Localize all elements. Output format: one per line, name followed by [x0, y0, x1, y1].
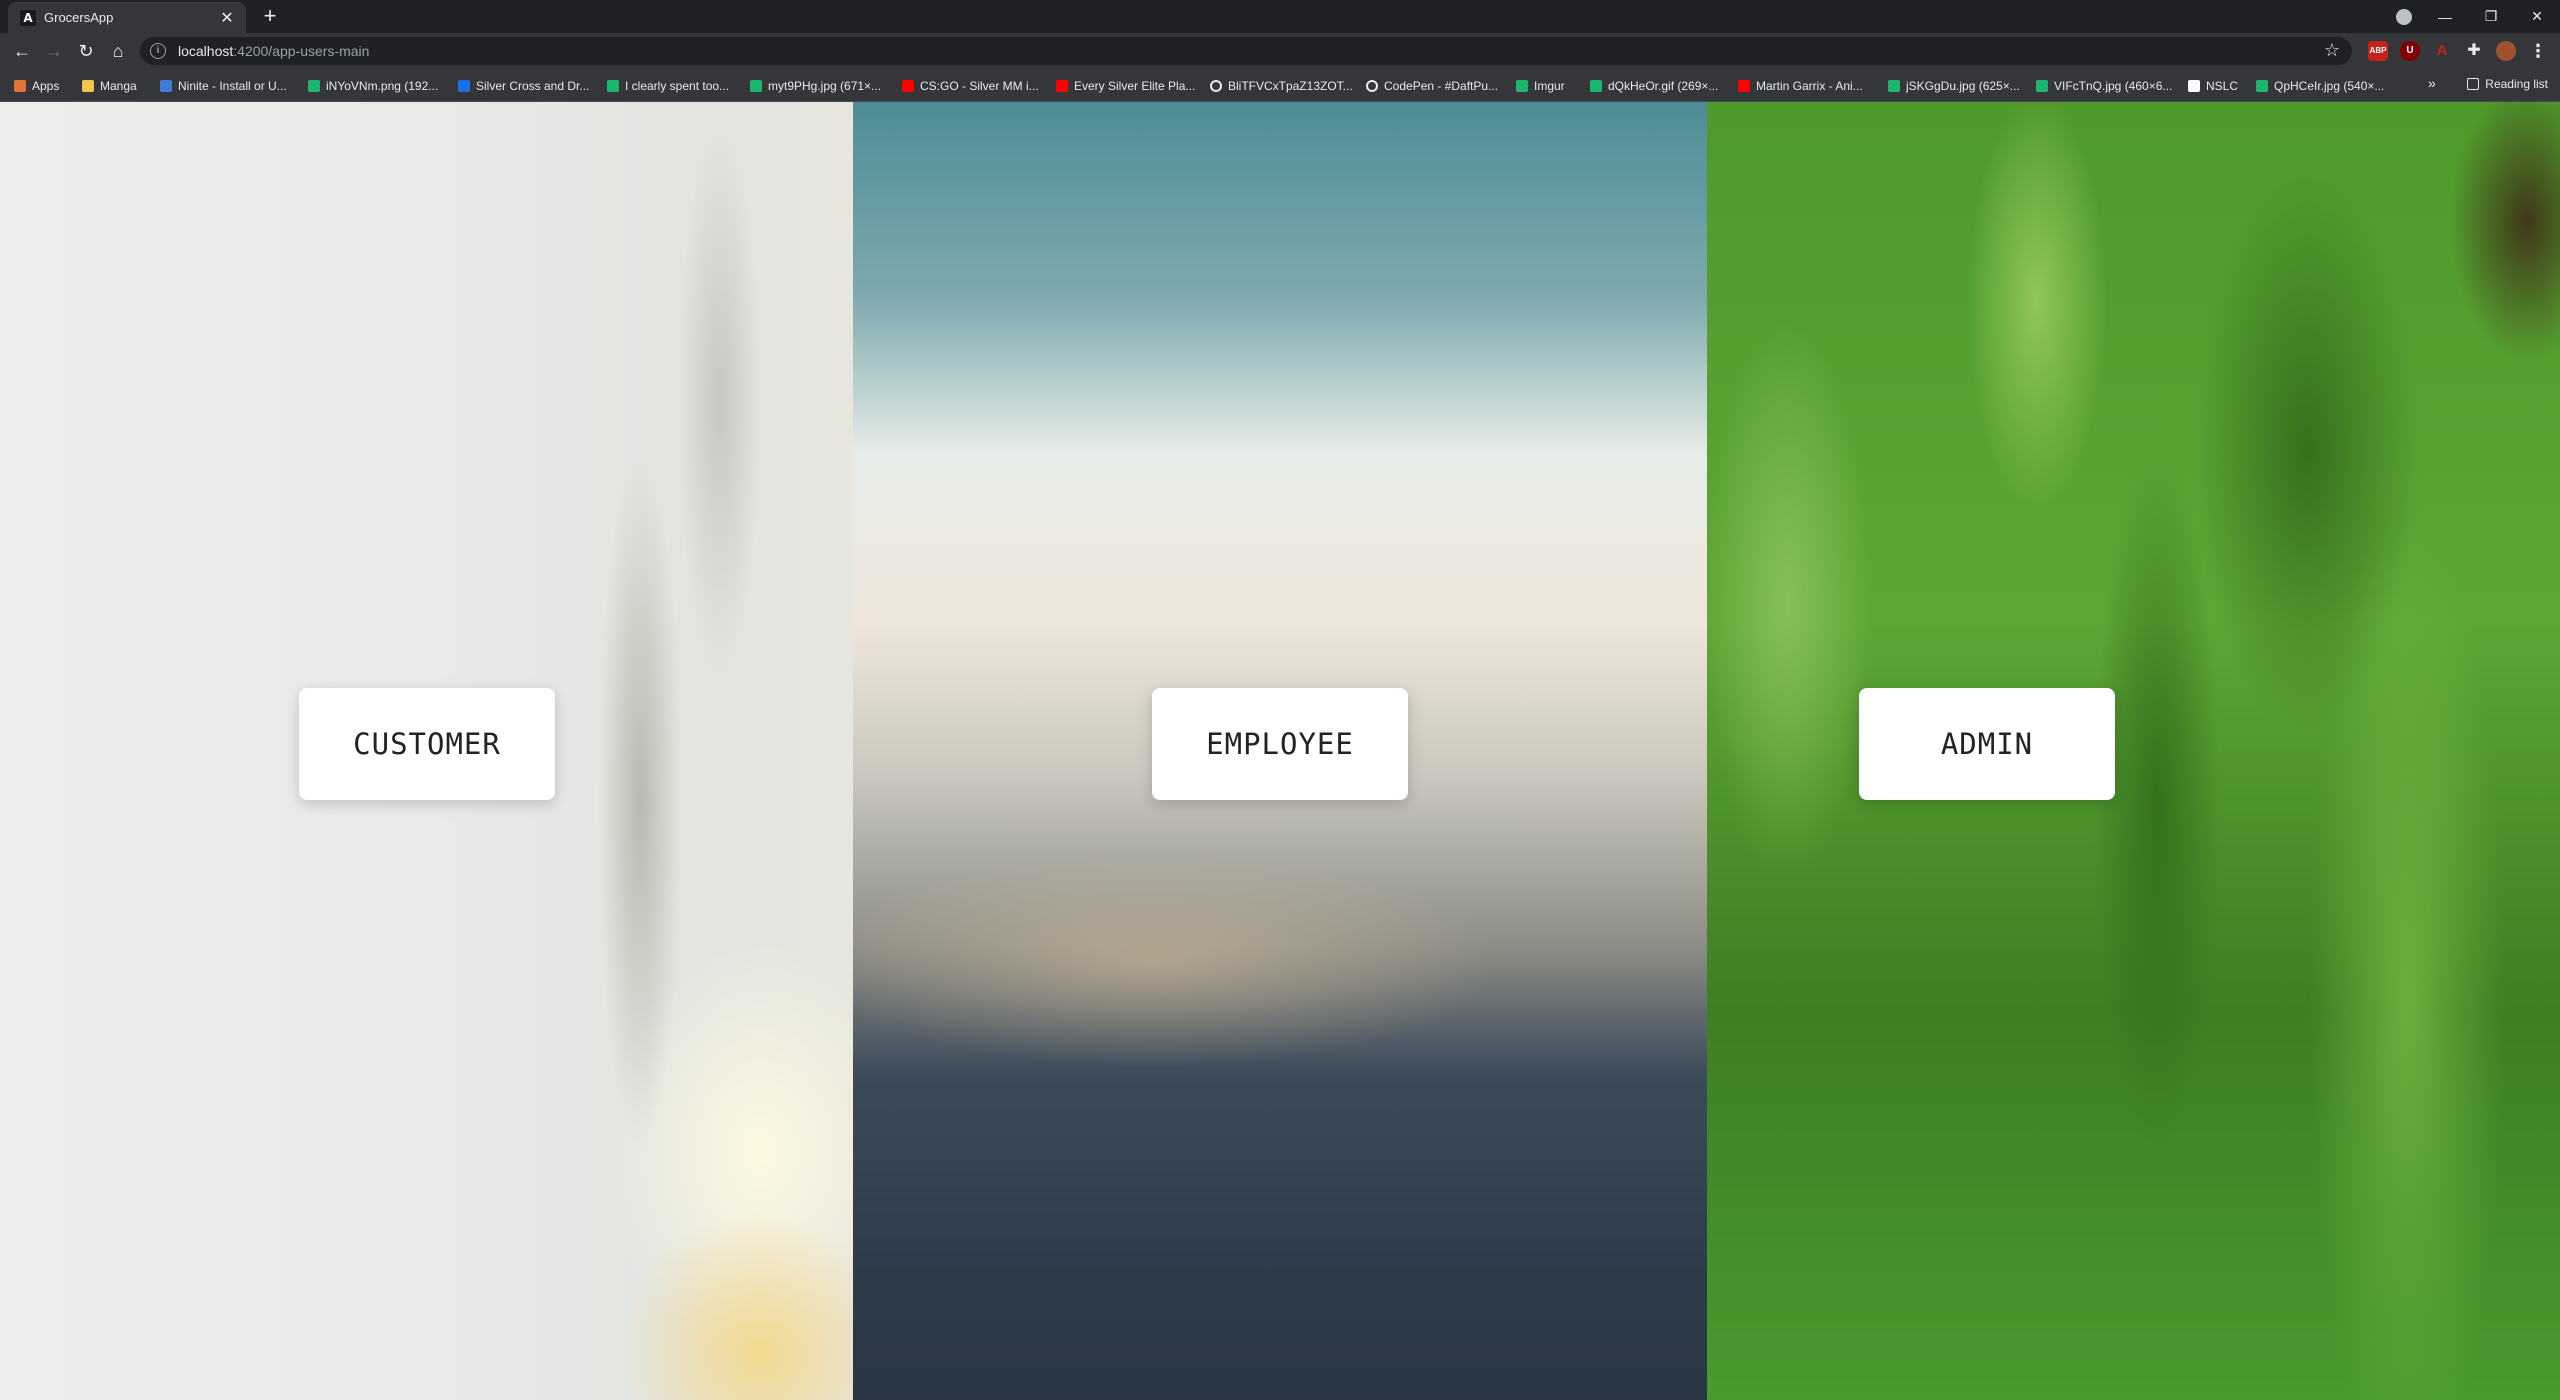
site-info-icon[interactable]: i [150, 43, 166, 59]
globe-icon [1210, 79, 1222, 92]
angular-favicon-icon: A [20, 9, 36, 26]
bookmark-label: Apps [32, 78, 60, 93]
browser-menu-icon[interactable]: ⋮ [2528, 41, 2548, 61]
imgur-icon [2036, 79, 2048, 92]
square-icon [458, 79, 470, 92]
bookmark-item[interactable]: BliTFVCxTpaZ13ZOT... [1210, 77, 1353, 94]
bookmarks-bar: » Reading list Apps Manga Ninite - Install… [0, 69, 2560, 102]
extensions-puzzle-icon[interactable]: ✚ [2464, 41, 2484, 61]
browser-toolbar: ← → ↻ ⌂ i localhost:4200/app-users-main … [0, 33, 2560, 69]
bookmark-item[interactable]: CS:GO - Silver MM i... [902, 77, 1039, 94]
profile-avatar[interactable] [2496, 41, 2516, 61]
browser-tabstrip: A GrocersApp ✕ + — ❐ ✕ [0, 0, 2560, 33]
ninite-icon [160, 79, 172, 92]
bookmark-label: CS:GO - Silver MM i... [920, 78, 1039, 93]
bookmark-label: jSKGgDu.jpg (625×... [1906, 78, 2020, 93]
bookmark-label: Imgur [1534, 78, 1565, 93]
bookmark-item[interactable]: CodePen - #DaftPu... [1366, 77, 1498, 94]
bookmark-item[interactable]: Silver Cross and Dr... [458, 77, 589, 94]
customer-panel[interactable]: CUSTOMER [0, 102, 853, 1400]
youtube-icon [1738, 79, 1750, 92]
bookmark-label: VIFcTnQ.jpg (460×6... [2054, 78, 2173, 93]
bookmark-item[interactable]: myt9PHg.jpg (671×... [750, 77, 881, 94]
address-bar[interactable]: i localhost:4200/app-users-main ☆ [140, 37, 2352, 65]
bookmark-item[interactable]: Manga [82, 77, 137, 94]
back-arrow-icon[interactable]: ← [10, 39, 34, 63]
folder-icon [82, 79, 94, 92]
employee-panel[interactable]: EMPLOYEE [853, 102, 1707, 1400]
bookmark-label: Manga [100, 78, 137, 93]
acrobat-extension-icon[interactable]: A [2432, 41, 2452, 61]
bookmark-item[interactable]: jSKGgDu.jpg (625×... [1888, 77, 2020, 94]
page-icon [2188, 79, 2200, 92]
employee-button[interactable]: EMPLOYEE [1152, 688, 1408, 800]
imgur-icon [750, 79, 762, 92]
bookmark-item[interactable]: Ninite - Install or U... [160, 77, 287, 94]
home-icon[interactable]: ⌂ [106, 39, 130, 63]
reload-icon[interactable]: ↻ [74, 39, 98, 63]
tab-search-icon[interactable] [2396, 9, 2412, 25]
restore-window-icon[interactable]: ❐ [2468, 0, 2514, 33]
adblock-plus-extension-icon[interactable]: ABP [2368, 41, 2388, 61]
reading-list-icon [2467, 78, 2480, 90]
admin-button[interactable]: ADMIN [1859, 688, 2115, 800]
role-selection-page: CUSTOMER EMPLOYEE ADMIN [0, 102, 2560, 1400]
bookmark-item[interactable]: Martin Garrix - Ani... [1738, 77, 1863, 94]
minimize-window-icon[interactable]: — [2422, 0, 2468, 33]
forward-arrow-icon[interactable]: → [42, 39, 66, 63]
bookmark-item[interactable]: dQkHeOr.gif (269×... [1590, 77, 1718, 94]
bookmark-item[interactable]: Imgur [1516, 77, 1565, 94]
url-path: :4200/app-users-main [233, 43, 370, 59]
close-window-icon[interactable]: ✕ [2514, 0, 2560, 33]
more-bookmarks-chevron-icon[interactable]: » [2428, 75, 2436, 91]
bookmark-label: BliTFVCxTpaZ13ZOT... [1228, 78, 1353, 93]
bookmark-label: QpHCeIr.jpg (540×... [2274, 78, 2385, 93]
apps-grid-icon [14, 79, 26, 92]
bookmark-label: iNYoVNm.png (192... [326, 78, 439, 93]
youtube-icon [902, 79, 914, 92]
new-tab-button[interactable]: + [258, 4, 282, 28]
bookmark-item[interactable]: Every Silver Elite Pla... [1056, 77, 1195, 94]
bookmark-label: I clearly spent too... [625, 78, 730, 93]
close-tab-icon[interactable]: ✕ [218, 8, 236, 28]
bookmark-item[interactable]: VIFcTnQ.jpg (460×6... [2036, 77, 2172, 94]
imgur-icon [1888, 79, 1900, 92]
bookmark-label: CodePen - #DaftPu... [1384, 78, 1499, 93]
bookmark-item[interactable]: NSLC [2188, 77, 2238, 94]
bookmark-item[interactable]: Apps [14, 77, 59, 94]
admin-panel[interactable]: ADMIN [1707, 102, 2560, 1400]
reading-list-button[interactable]: Reading list [2467, 77, 2548, 91]
imgur-icon [1590, 79, 1602, 92]
bookmark-label: Every Silver Elite Pla... [1074, 78, 1196, 93]
imgur-icon [2256, 79, 2268, 92]
bookmark-label: Ninite - Install or U... [178, 78, 287, 93]
imgur-icon [1516, 79, 1528, 92]
bookmark-item[interactable]: iNYoVNm.png (192... [308, 77, 438, 94]
bookmark-label: Martin Garrix - Ani... [1756, 78, 1863, 93]
youtube-icon [1056, 79, 1068, 92]
bookmark-label: Silver Cross and Dr... [476, 78, 590, 93]
bookmark-star-icon[interactable]: ☆ [2324, 40, 2340, 61]
customer-button[interactable]: CUSTOMER [299, 688, 555, 800]
bookmark-item[interactable]: QpHCeIr.jpg (540×... [2256, 77, 2384, 94]
url-host: localhost [178, 43, 234, 59]
codepen-icon [1366, 79, 1378, 92]
ublock-extension-icon[interactable]: U [2400, 41, 2420, 61]
reading-list-label: Reading list [2485, 77, 2548, 91]
tab-title: GrocersApp [44, 10, 114, 25]
bookmark-label: NSLC [2206, 78, 2239, 93]
bookmark-label: myt9PHg.jpg (671×... [768, 78, 882, 93]
bookmark-item[interactable]: I clearly spent too... [607, 77, 729, 94]
imgur-icon [607, 79, 619, 92]
imgur-icon [308, 79, 320, 92]
window-controls: — ❐ ✕ [2422, 0, 2560, 33]
browser-tab-active[interactable]: A GrocersApp ✕ [8, 2, 246, 33]
bookmark-label: dQkHeOr.gif (269×... [1608, 78, 1719, 93]
